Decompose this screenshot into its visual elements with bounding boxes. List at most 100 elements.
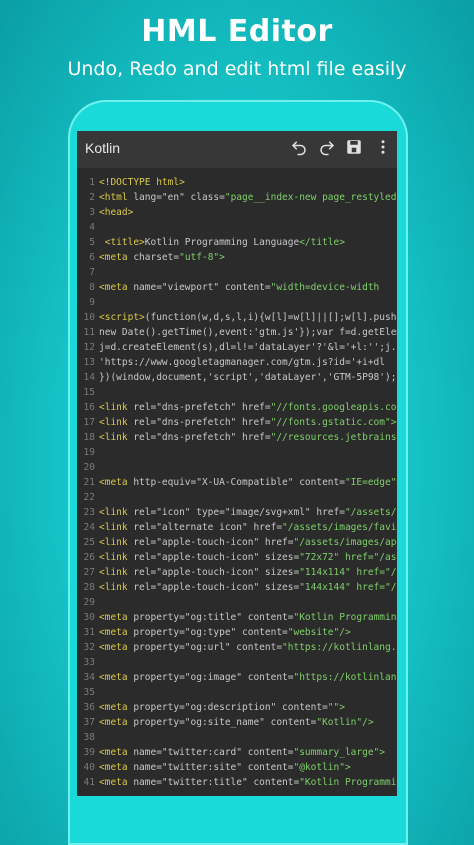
code-value: "utf-8">	[179, 252, 225, 263]
code-value: "//resources.jetbrains.com">	[270, 432, 397, 443]
promo-headline: HML Editor	[141, 14, 333, 49]
line-number: 14	[83, 372, 95, 383]
code-tag: <meta	[99, 672, 128, 683]
code-line[interactable]: 16 <link rel="dns-prefetch" href="//fonts…	[77, 400, 397, 415]
code-line[interactable]: 35	[77, 685, 99, 700]
code-attr: rel="apple-touch-icon" href=	[127, 537, 294, 548]
code-line[interactable]: 31 <meta property="og:type" content="webs…	[77, 625, 351, 640]
line-number: 16	[83, 402, 95, 413]
code-value: "summary_large">	[293, 747, 385, 758]
code-tag: <meta	[99, 717, 128, 728]
code-line[interactable]: 6 <meta charset="utf-8">	[77, 250, 225, 265]
editor-screen: Kotlin 1 <!DOCTYPE html> 2 <html lang="en" …	[77, 131, 397, 796]
code-line[interactable]: 25 <link rel="apple-touch-icon" href="/as…	[77, 535, 397, 550]
code-attr: j=d.createElement(s),dl=l!='dataLayer'?'…	[99, 342, 397, 353]
code-value: "page__index-new page_restyled">	[224, 192, 397, 203]
code-line[interactable]: 28 <link rel="apple-touch-icon" sizes="14…	[77, 580, 397, 595]
code-line[interactable]: 15	[77, 385, 99, 400]
line-number: 11	[83, 327, 95, 338]
line-number: 13	[83, 357, 95, 368]
code-line[interactable]: 22	[77, 490, 99, 505]
code-attr: name="twitter:card" content=	[127, 747, 294, 758]
code-attr: rel="dns-prefetch" href=	[127, 432, 271, 443]
code-attr: rel="apple-touch-icon" sizes=	[127, 582, 300, 593]
code-line[interactable]: 12 j=d.createElement(s),dl=l!='dataLayer'…	[77, 340, 397, 355]
save-icon[interactable]	[343, 138, 365, 160]
code-line[interactable]: 40 <meta name="twitter:site" content="@ko…	[77, 760, 351, 775]
line-number: 26	[83, 552, 95, 563]
toolbar-title: Kotlin	[85, 140, 121, 156]
line-number: 25	[83, 537, 95, 548]
code-line[interactable]: 24 <link rel="alternate icon" href="/asse…	[77, 520, 397, 535]
code-line[interactable]: 7	[77, 265, 99, 280]
code-line[interactable]: 27 <link rel="apple-touch-icon" sizes="11…	[77, 565, 397, 580]
undo-icon[interactable]	[288, 138, 310, 160]
code-line[interactable]: 29	[77, 595, 99, 610]
code-line[interactable]: 41 <meta name="twitter:title" content="Ko…	[77, 775, 397, 790]
promo-subline: Undo, Redo and edit html file easily	[67, 58, 407, 80]
line-number: 38	[83, 732, 95, 743]
code-tag: <link	[99, 402, 128, 413]
line-number: 19	[83, 447, 95, 458]
code-attr: rel="alternate icon" href=	[127, 522, 283, 533]
code-tag: <meta	[99, 282, 128, 293]
code-line[interactable]: 5 <title>Kotlin Programming Language</ti…	[77, 235, 345, 250]
code-value: "//fonts.googleapis.com">	[270, 402, 397, 413]
code-tag: <link	[99, 552, 128, 563]
code-line[interactable]: 18 <link rel="dns-prefetch" href="//resou…	[77, 430, 397, 445]
code-line[interactable]: 23 <link rel="icon" type="image/svg+xml" …	[77, 505, 397, 520]
code-line[interactable]: 3 <head>	[77, 205, 133, 220]
line-number: 20	[83, 462, 95, 473]
line-number: 32	[83, 642, 95, 653]
code-value: "">	[327, 702, 345, 713]
code-line[interactable]: 20	[77, 460, 99, 475]
code-value: "https://kotlinlang.org">	[282, 642, 397, 653]
code-line[interactable]: 2 <html lang="en" class="page__index-new …	[77, 190, 397, 205]
code-line[interactable]: 8 <meta name="viewport" content="width=de…	[77, 280, 379, 295]
code-line[interactable]: 32 <meta property="og:url" content="https…	[77, 640, 397, 655]
line-number: 6	[89, 252, 95, 263]
code-attr: new Date().getTime(),event:'gtm.js'});va…	[99, 327, 397, 338]
code-line[interactable]: 33	[77, 655, 99, 670]
line-number: 39	[83, 747, 95, 758]
line-number: 8	[89, 282, 95, 293]
line-number: 10	[83, 312, 95, 323]
code-line[interactable]: 36 <meta property="og:description" conten…	[77, 700, 345, 715]
code-attr: property="og:type" content=	[127, 627, 288, 638]
code-attr: (function(w,d,s,l,i){w[l]=w[l]||[];w[l].…	[144, 312, 397, 323]
code-tag: <link	[99, 432, 128, 443]
code-line[interactable]: 4	[77, 220, 99, 235]
line-number: 1	[89, 177, 95, 188]
line-number: 12	[83, 342, 95, 353]
code-value: "/assets/images/favicon">	[282, 522, 397, 533]
line-number: 15	[83, 387, 95, 398]
code-line[interactable]: 17 <link rel="dns-prefetch" href="//fonts…	[77, 415, 397, 430]
code-line[interactable]: 10 <script>(function(w,d,s,l,i){w[l]=w[l]…	[77, 310, 397, 325]
code-line[interactable]: 9	[77, 295, 99, 310]
more-vert-icon[interactable]	[372, 138, 394, 160]
code-line[interactable]: 11 new Date().getTime(),event:'gtm.js'});…	[77, 325, 397, 340]
code-value: </title>	[299, 237, 345, 248]
code-line[interactable]: 34 <meta property="og:image" content="htt…	[77, 670, 397, 685]
code-line[interactable]: 38	[77, 730, 99, 745]
code-value: "IE=edge">	[344, 477, 397, 488]
code-value: "144x144" href="/assets">	[299, 582, 397, 593]
redo-icon[interactable]	[316, 138, 338, 160]
code-attr: rel="apple-touch-icon" sizes=	[127, 567, 300, 578]
code-line[interactable]: 1 <!DOCTYPE html>	[77, 175, 185, 190]
code-editor[interactable]: 1 <!DOCTYPE html> 2 <html lang="en" class="…	[77, 175, 397, 796]
line-number: 5	[89, 237, 95, 248]
code-line[interactable]: 30 <meta property="og:title" content="Kot…	[77, 610, 397, 625]
code-tag: <!DOCTYPE html>	[99, 177, 185, 188]
code-line[interactable]: 39 <meta name="twitter:card" content="sum…	[77, 745, 385, 760]
code-line[interactable]: 13 'https://www.googletagmanager.com/gtm.…	[77, 355, 385, 370]
line-number: 40	[83, 762, 95, 773]
code-line[interactable]: 19	[77, 445, 99, 460]
code-line[interactable]: 37 <meta property="og:site_name" content=…	[77, 715, 374, 730]
code-attr: property="og:site_name" content=	[127, 717, 317, 728]
code-line[interactable]: 14})(window,document,'script','dataLayer…	[77, 370, 397, 385]
code-line[interactable]: 26 <link rel="apple-touch-icon" sizes="72…	[77, 550, 397, 565]
line-number: 7	[89, 267, 95, 278]
code-line[interactable]: 21 <meta http-equiv="X-UA-Compatible" con…	[77, 475, 397, 490]
code-tag: <link	[99, 522, 128, 533]
